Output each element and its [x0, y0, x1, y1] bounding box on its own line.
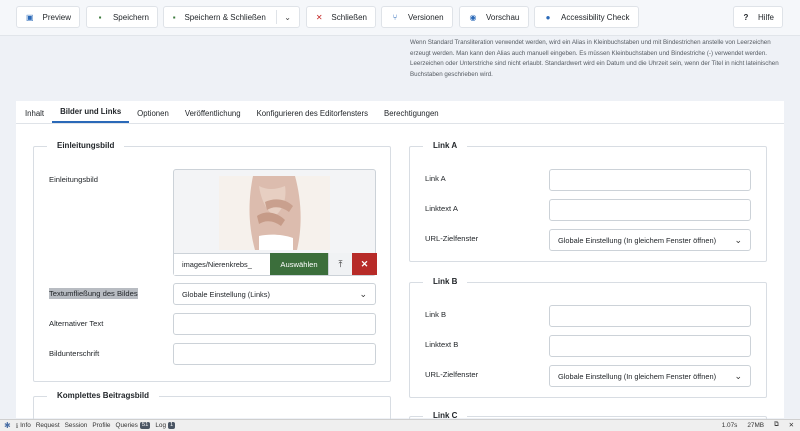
- link-a-target-label: URL-Zielfenster: [425, 234, 479, 243]
- chevron-down-icon: ⌄: [359, 289, 367, 299]
- info-icon: ℹ: [15, 422, 19, 430]
- link-b-text-label: Linktext B: [425, 340, 459, 349]
- code-branch-icon: ⑂: [392, 12, 398, 22]
- debug-memory: 27MB: [747, 421, 765, 429]
- info-circle-icon: ●: [545, 12, 551, 22]
- intro-image-label: Einleitungsbild: [49, 175, 98, 184]
- link-b-legend: Link B: [423, 277, 468, 286]
- caption-input[interactable]: [173, 343, 376, 365]
- save-button[interactable]: ▪ Speichern: [86, 6, 158, 28]
- link-a-text-input[interactable]: [549, 199, 751, 221]
- upload-icon[interactable]: ⤒: [328, 253, 352, 275]
- preview-button[interactable]: ▣ Preview: [16, 6, 80, 28]
- link-a-input[interactable]: [549, 169, 751, 191]
- intro-image-preview: [219, 176, 330, 250]
- link-a-target-select[interactable]: Globale Einstellung (In gleichem Fenster…: [549, 229, 751, 251]
- close-icon[interactable]: ✕: [789, 421, 794, 429]
- help-button[interactable]: ? Hilfe: [733, 6, 783, 28]
- alias-info-text: Wenn Standard Transliteration verwendet …: [410, 39, 779, 78]
- chevron-down-icon: ⌄: [732, 371, 742, 382]
- tab-content[interactable]: Inhalt: [16, 100, 52, 123]
- image-float-select[interactable]: Globale Einstellung (Links) ⌄: [173, 283, 376, 305]
- log-count-badge: 1: [168, 422, 176, 429]
- intro-image-legend: Einleitungsbild: [47, 141, 125, 150]
- link-b-text-input[interactable]: [549, 335, 751, 357]
- link-b-label: Link B: [425, 310, 447, 319]
- tab-bar: Inhalt Bilder und Links Optionen Veröffe…: [16, 101, 784, 124]
- save-close-button[interactable]: ▪ Speichern & Schließen ⌄: [163, 6, 300, 28]
- tab-editor-config[interactable]: Konfigurieren des Editorfensters: [249, 100, 376, 123]
- clear-image-icon[interactable]: ✕: [352, 253, 377, 275]
- select-image-button[interactable]: Auswählen: [270, 253, 328, 275]
- chevron-down-icon: ⌄: [732, 235, 742, 246]
- joomla-logo-icon[interactable]: ✱: [4, 421, 11, 430]
- preview-eye-button[interactable]: ◉ Vorschau: [459, 6, 529, 28]
- toolbar: ▣ Preview ▪ Speichern ▪ Speichern & Schl…: [0, 0, 800, 36]
- link-a-legend: Link A: [423, 141, 468, 150]
- alt-text-label: Alternativer Text: [49, 319, 104, 328]
- versions-button[interactable]: ⑂ Versionen: [381, 6, 453, 28]
- tab-permissions[interactable]: Berechtigungen: [376, 100, 447, 123]
- full-image-legend: Komplettes Beitragsbild: [47, 391, 160, 400]
- tab-images-links[interactable]: Bilder und Links: [52, 100, 130, 123]
- tab-publishing[interactable]: Veröffentlichung: [177, 100, 249, 123]
- image-float-label: Textumfließung des Bildes: [49, 288, 138, 299]
- tab-options[interactable]: Optionen: [129, 100, 177, 123]
- close-icon: ✕: [315, 12, 323, 22]
- debug-profile-tab[interactable]: Profile: [92, 422, 110, 429]
- link-c-legend: Link C: [423, 411, 468, 418]
- caption-label: Bildunterschrift: [49, 349, 100, 358]
- window-restore-icon[interactable]: ⧉: [774, 421, 779, 429]
- debug-session-tab[interactable]: Session: [65, 422, 88, 429]
- debug-time: 1.07s: [721, 421, 738, 429]
- debug-stats: 1.07s 27MB ⧉ ✕: [712, 421, 794, 429]
- save-icon: ▪: [98, 12, 102, 22]
- debug-queries-tab[interactable]: Queries 51: [116, 422, 151, 429]
- link-b-input[interactable]: [549, 305, 751, 327]
- eye-icon: ◉: [469, 12, 477, 22]
- intro-image-media-field: images/Nierenkrebs_ Auswählen ⤒ ✕: [173, 169, 377, 276]
- debug-bar: ✱ ℹ Info Request Session Profile Queries…: [0, 419, 800, 431]
- debug-info-tab[interactable]: ℹ Info: [16, 422, 31, 430]
- link-b-target-label: URL-Zielfenster: [425, 370, 479, 379]
- save-icon: ▪: [172, 12, 176, 22]
- queries-count-badge: 51: [139, 422, 151, 429]
- close-button[interactable]: ✕ Schließen: [306, 6, 376, 28]
- link-a-label: Link A: [425, 174, 446, 183]
- link-a-text-label: Linktext A: [425, 204, 458, 213]
- intro-image-path-input[interactable]: images/Nierenkrebs_: [174, 253, 270, 275]
- alt-text-input[interactable]: [173, 313, 376, 335]
- tab-content-panel: Einleitungsbild Einleitungsbild images/N…: [16, 124, 784, 431]
- preview-icon: ▣: [25, 12, 34, 22]
- accessibility-check-button[interactable]: ● Accessibility Check: [534, 6, 639, 28]
- debug-log-tab[interactable]: Log 1: [155, 422, 176, 429]
- link-b-target-select[interactable]: Globale Einstellung (In gleichem Fenster…: [549, 365, 751, 387]
- chevron-down-icon[interactable]: ⌄: [284, 13, 291, 22]
- question-icon: ?: [743, 12, 749, 22]
- debug-request-tab[interactable]: Request: [36, 422, 60, 429]
